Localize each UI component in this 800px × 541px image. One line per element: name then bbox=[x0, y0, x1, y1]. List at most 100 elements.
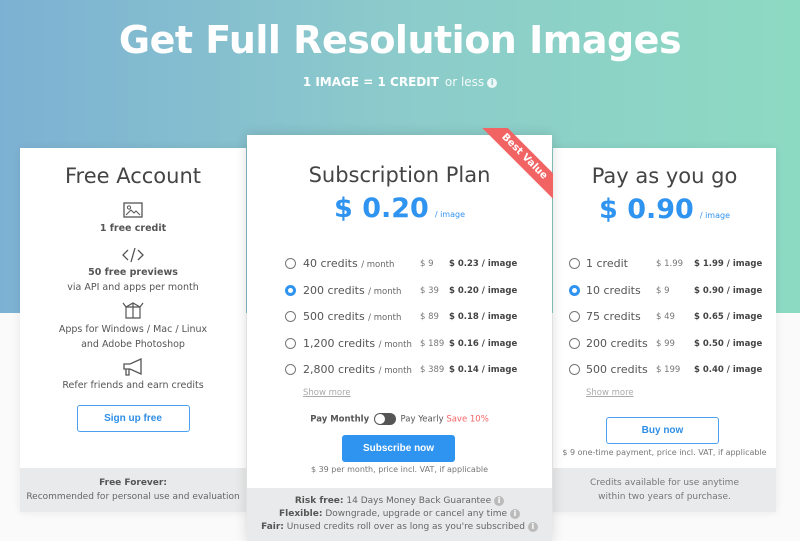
page-subtitle: 1 IMAGE = 1 CREDIT or less i bbox=[0, 75, 800, 89]
subtitle-rest: or less bbox=[444, 75, 485, 89]
save-label: Save 10% bbox=[446, 414, 489, 425]
option-per-image: $ 0.50 / image bbox=[694, 338, 763, 349]
option-credits: 2,800 credits / month bbox=[303, 363, 412, 376]
payment-note: $ 9 one-time payment, price incl. VAT, i… bbox=[562, 448, 767, 457]
radio-button[interactable] bbox=[569, 311, 580, 322]
radio-button[interactable] bbox=[569, 258, 580, 269]
option-amount: $ 199 bbox=[656, 365, 681, 375]
feature-previews: 50 free previews bbox=[88, 267, 178, 278]
payg-options: 1 credit $ 1.99 $ 1.99 / image 10 credit… bbox=[553, 256, 776, 389]
footer-line-2: within two years of purchase. bbox=[598, 492, 731, 502]
option-row[interactable]: 75 credits $ 49 $ 0.65 / image bbox=[553, 309, 776, 336]
radio-button[interactable] bbox=[569, 284, 580, 296]
option-credits: 500 credits bbox=[586, 363, 648, 376]
option-amount: $ 9 bbox=[420, 259, 434, 269]
option-amount: $ 189 bbox=[420, 338, 445, 349]
option-amount: $ 89 bbox=[420, 312, 439, 322]
option-row[interactable]: 1 credit $ 1.99 $ 1.99 / image bbox=[553, 256, 776, 283]
payment-note: $ 39 per month, price incl. VAT, if appl… bbox=[310, 465, 489, 474]
option-credits: 200 credits bbox=[586, 336, 648, 350]
option-per-image: $ 0.40 / image bbox=[694, 365, 763, 375]
price: $ 0.90 / image bbox=[553, 194, 776, 225]
pay-yearly-label: Pay Yearly bbox=[400, 414, 444, 425]
option-per-image: $ 1.99 / image bbox=[694, 259, 763, 269]
option-credits: 200 credits / month bbox=[303, 283, 402, 297]
billing-toggle[interactable] bbox=[373, 413, 396, 425]
option-row[interactable]: 2,800 credits / month $ 389 $ 0.14 / ima… bbox=[247, 362, 552, 389]
ribbon-label: Best Value bbox=[478, 128, 553, 203]
card-title: Pay as you go bbox=[591, 164, 738, 188]
feature-apps-2: and Adobe Photoshop bbox=[81, 339, 185, 350]
info-icon[interactable]: i bbox=[487, 77, 498, 88]
option-row[interactable]: 200 credits $ 99 $ 0.50 / image bbox=[553, 336, 776, 363]
option-row[interactable]: 40 credits / month $ 9 $ 0.23 / image bbox=[247, 256, 552, 283]
pay-as-you-go-card: Pay as you go $ 0.90 / image 1 credit $ 1… bbox=[553, 148, 776, 512]
info-icon[interactable]: i bbox=[494, 495, 505, 506]
option-per-image: $ 0.16 / image bbox=[449, 338, 518, 349]
sign-up-free-button[interactable]: Sign up free bbox=[76, 405, 190, 432]
buy-now-button[interactable]: Buy now bbox=[606, 417, 719, 444]
option-row[interactable]: 500 credits $ 199 $ 0.40 / image bbox=[553, 362, 776, 389]
option-credits: 10 credits bbox=[586, 283, 641, 297]
radio-button[interactable] bbox=[569, 364, 580, 375]
page-title: Get Full Resolution Images bbox=[118, 18, 682, 62]
option-amount: $ 389 bbox=[420, 365, 445, 375]
feature-previews-detail: via API and apps per month bbox=[67, 282, 199, 293]
footer-flexible: Flexible: Downgrade, upgrade or cancel a… bbox=[247, 508, 552, 521]
option-per-image: $ 0.23 / image bbox=[449, 259, 518, 269]
subtitle-bold: 1 IMAGE = 1 CREDIT bbox=[302, 75, 439, 89]
option-credits: 40 credits / month bbox=[303, 257, 395, 270]
radio-button[interactable] bbox=[285, 258, 296, 269]
radio-button[interactable] bbox=[285, 364, 296, 375]
radio-button[interactable] bbox=[569, 337, 580, 349]
option-per-image: $ 0.18 / image bbox=[449, 312, 518, 322]
pay-monthly-label: Pay Monthly bbox=[310, 414, 370, 425]
option-credits: 500 credits / month bbox=[303, 310, 402, 323]
option-amount: $ 49 bbox=[656, 312, 675, 322]
code-icon bbox=[122, 247, 144, 263]
subscription-options: 40 credits / month $ 9 $ 0.23 / image 20… bbox=[247, 256, 552, 389]
feature-refer: Refer friends and earn credits bbox=[62, 380, 204, 391]
show-more-link[interactable]: Show more bbox=[303, 388, 351, 398]
price-value: $ 0.90 bbox=[599, 194, 694, 225]
free-account-card: Free Account 1 free credit 50 free previ… bbox=[20, 148, 246, 512]
price-value: $ 0.20 bbox=[334, 193, 429, 224]
info-icon[interactable]: i bbox=[510, 508, 521, 519]
option-credits: 75 credits bbox=[586, 310, 641, 323]
option-amount: $ 9 bbox=[656, 285, 670, 296]
radio-button[interactable] bbox=[285, 337, 296, 349]
info-icon[interactable]: i bbox=[527, 521, 538, 532]
option-per-image: $ 0.20 / image bbox=[449, 285, 518, 296]
radio-button[interactable] bbox=[285, 311, 296, 322]
box-icon bbox=[122, 302, 144, 319]
footer-text: Recommended for personal use and evaluat… bbox=[26, 492, 240, 502]
image-icon bbox=[123, 202, 143, 218]
best-value-ribbon: Best Value bbox=[477, 128, 553, 204]
option-credits: 1 credit bbox=[586, 257, 628, 270]
option-amount: $ 99 bbox=[656, 338, 675, 349]
radio-button[interactable] bbox=[285, 284, 296, 296]
option-row[interactable]: 10 credits $ 9 $ 0.90 / image bbox=[553, 283, 776, 310]
footer-fair: Fair: Unused credits roll over as long a… bbox=[247, 521, 552, 534]
option-row[interactable]: 200 credits / month $ 39 $ 0.20 / image bbox=[247, 283, 552, 310]
option-amount: $ 1.99 bbox=[656, 259, 684, 269]
option-amount: $ 39 bbox=[420, 285, 439, 296]
subscription-footer: Risk free: 14 Days Money Back Guarantee i… bbox=[247, 488, 552, 541]
option-per-image: $ 0.65 / image bbox=[694, 312, 763, 322]
billing-toggle-row: Pay Monthly Pay Yearly Save 10% bbox=[247, 413, 552, 425]
option-credits: 1,200 credits / month bbox=[303, 336, 412, 350]
subscribe-now-button[interactable]: Subscribe now bbox=[342, 435, 455, 462]
price-unit: / image bbox=[434, 210, 465, 219]
feature-apps: Apps for Windows / Mac / Linux bbox=[58, 324, 208, 335]
footer-risk-free: Risk free: 14 Days Money Back Guarantee i bbox=[247, 495, 552, 508]
price-unit: / image bbox=[699, 211, 730, 220]
payg-footer: Credits available for use anytime within… bbox=[553, 468, 776, 512]
option-row[interactable]: 1,200 credits / month $ 189 $ 0.16 / ima… bbox=[247, 336, 552, 363]
option-row[interactable]: 500 credits / month $ 89 $ 0.18 / image bbox=[247, 309, 552, 336]
show-more-link[interactable]: Show more bbox=[586, 388, 634, 398]
free-footer: Free Forever: Recommended for personal u… bbox=[20, 468, 246, 512]
footer-bold: Free Forever: bbox=[99, 478, 167, 488]
card-title: Free Account bbox=[64, 164, 202, 188]
subscription-card: Best Value Subscription Plan $ 0.20/ ima… bbox=[247, 128, 553, 541]
feature-free-credit: 1 free credit bbox=[99, 223, 167, 234]
